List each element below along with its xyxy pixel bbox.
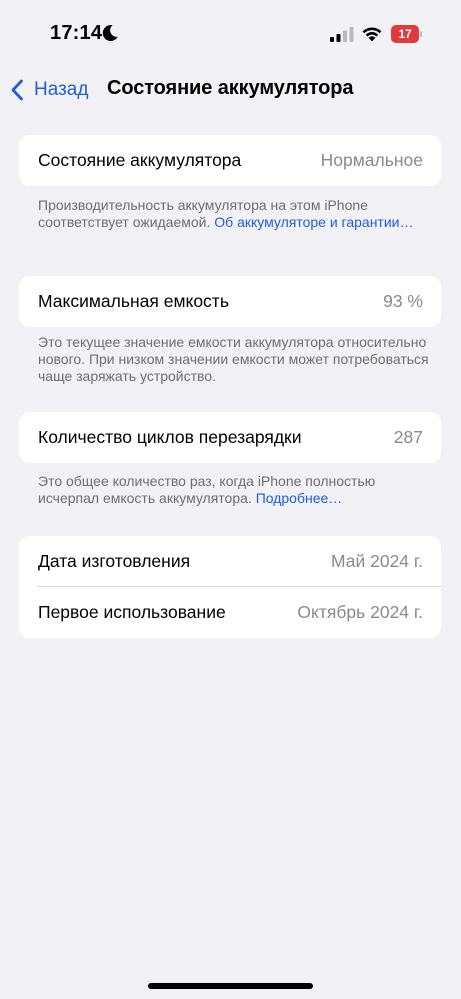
- max-capacity-footnote-text: Это текущее значение емкости аккумулятор…: [38, 334, 429, 384]
- wifi-icon: [362, 27, 382, 42]
- back-label: Назад: [34, 79, 89, 100]
- first-use-label: Первое использование: [38, 602, 226, 622]
- manufacture-date-label: Дата изготовления: [38, 551, 191, 571]
- page-title: Состояние аккумулятора: [107, 77, 354, 99]
- status-bar: 17:14 17: [0, 0, 461, 68]
- manufacture-date-value: Май 2024 г.: [330, 551, 423, 571]
- cycle-count-row: Количество циклов перезарядки 287: [19, 412, 441, 463]
- battery-warranty-link[interactable]: Об аккумуляторе и гарантии…: [214, 214, 413, 230]
- dates-card: Дата изготовления Май 2024 г. Первое исп…: [19, 536, 441, 638]
- cycle-count-value: 287: [393, 427, 423, 447]
- battery-health-label: Состояние аккумулятора: [38, 150, 242, 170]
- max-capacity-row: Максимальная емкость 93 %: [19, 276, 441, 327]
- status-time: 17:14: [50, 22, 103, 44]
- chevron-left-icon: [11, 79, 23, 101]
- battery-health-card: Состояние аккумулятора Нормальное: [19, 135, 441, 186]
- max-capacity-card: Максимальная емкость 93 %: [19, 276, 441, 327]
- cycle-count-footnote: Это общее количество раз, когда iPhone п…: [38, 473, 433, 507]
- nav-bar: Назад Состояние аккумулятора: [0, 68, 461, 112]
- battery-health-value: Нормальное: [320, 150, 423, 170]
- max-capacity-label: Максимальная емкость: [38, 291, 229, 311]
- max-capacity-value: 93 %: [383, 291, 423, 311]
- battery-health-footnote: Производительность аккумулятора на этом …: [38, 197, 433, 231]
- back-button[interactable]: Назад: [10, 76, 88, 104]
- max-capacity-footnote: Это текущее значение емкости аккумулятор…: [38, 334, 433, 385]
- signal-icon: [330, 27, 354, 42]
- battery-level: 17: [398, 27, 412, 41]
- first-use-value: Октябрь 2024 г.: [297, 602, 423, 622]
- cycle-count-card: Количество циклов перезарядки 287: [19, 412, 441, 463]
- battery-icon: 17: [391, 25, 423, 43]
- first-use-row: Первое использование Октябрь 2024 г.: [19, 587, 441, 638]
- battery-health-row: Состояние аккумулятора Нормальное: [19, 135, 441, 186]
- home-indicator[interactable]: [148, 983, 313, 989]
- more-info-link[interactable]: Подробнее…: [256, 490, 343, 506]
- manufacture-date-row: Дата изготовления Май 2024 г.: [19, 536, 441, 587]
- cycle-count-label: Количество циклов перезарядки: [38, 427, 302, 447]
- moon-icon: [102, 25, 118, 42]
